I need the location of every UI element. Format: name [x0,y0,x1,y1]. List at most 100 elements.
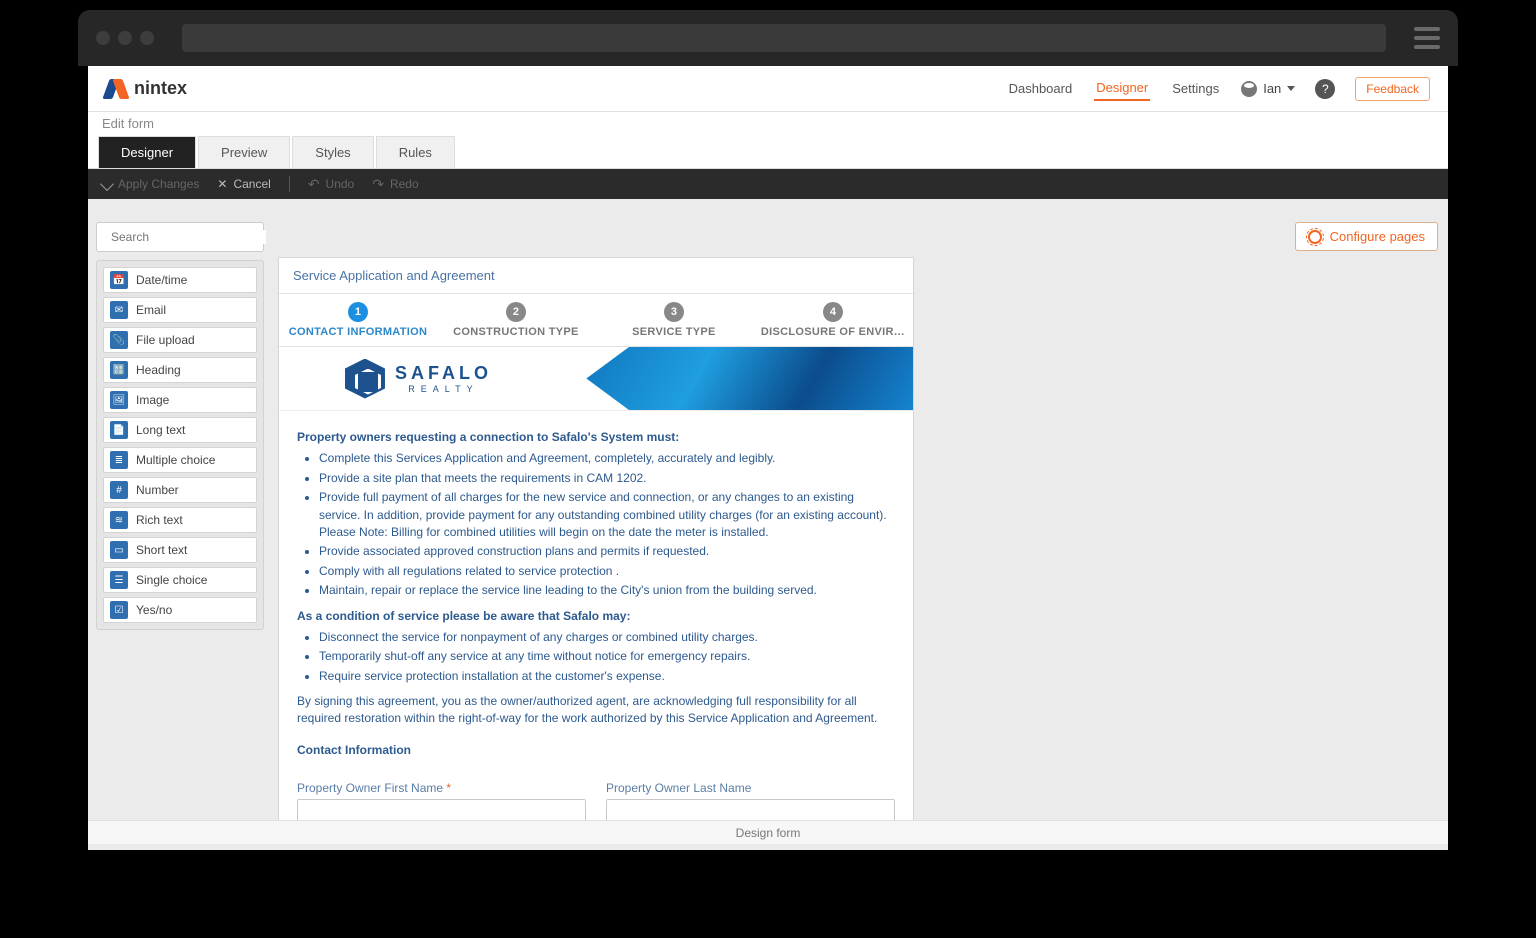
field-input[interactable] [606,799,895,820]
step-3[interactable]: 3 SERVICE TYPE [595,294,753,346]
nav-designer[interactable]: Designer [1094,76,1150,101]
brand-icon [106,79,126,99]
tool-icon: 📎 [110,331,128,349]
brand[interactable]: nintex [106,78,187,99]
tab-designer[interactable]: Designer [98,136,196,168]
pencil-icon [100,177,114,191]
step-4[interactable]: 4DISCLOSURE OF ENVIR… [753,294,913,346]
step-label: DISCLOSURE OF ENVIR… [757,326,909,338]
tool-file-upload[interactable]: 📎 File upload [103,327,257,353]
feedback-button[interactable]: Feedback [1355,77,1430,101]
window-dots [96,31,154,45]
form-field: Property Owner Last Name [606,781,895,820]
step-badge: 3 [664,302,684,322]
logo-text-sub: REALTY [395,384,492,394]
tool-icon: ▭ [110,541,128,559]
step-label: SERVICE TYPE [599,326,749,338]
action-bar: Apply Changes ✕ Cancel ↶ Undo ↷ Redo [88,169,1448,199]
tool-short-text[interactable]: ▭Short text [103,537,257,563]
tool-icon: 🖼 [110,391,128,409]
fields-grid: Property Owner First Name *Property Owne… [279,781,913,820]
tool-label: Rich text [136,513,183,527]
tool-rich-text[interactable]: ≋ Rich text [103,507,257,533]
tool-icon: ≋ [110,511,128,529]
tab-preview[interactable]: Preview [198,136,290,168]
bullet-list-1: Complete this Services Application and A… [319,450,895,599]
search-input[interactable] [96,222,264,252]
step-label: CONTACT INFORMATION [283,326,433,338]
search-field[interactable] [111,230,266,244]
body-copy: Property owners requesting a connection … [279,411,913,781]
list-item: Temporarily shut-off any service at any … [319,648,895,665]
tool-multiple-choice[interactable]: ≣Multiple choice [103,447,257,473]
tab-rules[interactable]: Rules [376,136,455,168]
form-title: Service Application and Agreement [279,258,913,293]
lead-1: Property owners requesting a connection … [297,429,895,446]
tab-styles[interactable]: Styles [292,136,373,168]
brand-name: nintex [134,78,187,99]
redo-icon: ↷ [372,176,384,193]
window-dot[interactable] [118,31,132,45]
window-dot[interactable] [140,31,154,45]
hamburger-icon[interactable] [1414,27,1440,49]
list-item: Comply with all regulations related to s… [319,563,895,580]
step-2[interactable]: 2CONSTRUCTION TYPE [437,294,595,346]
form-steps: 1CONTACT INFORMATION2CONSTRUCTION TYPE 3 S… [279,293,913,347]
tool-date-time[interactable]: 📅Date/time [103,267,257,293]
tool-label: Yes/no [136,603,172,617]
redo-button[interactable]: ↷ Redo [372,176,418,193]
tool-label: Long text [136,423,185,437]
nav-dashboard[interactable]: Dashboard [1007,77,1075,100]
banner-art [558,347,913,410]
configure-pages-button[interactable]: Configure pages [1295,222,1438,251]
tool-label: File upload [136,333,195,347]
logo-mark-icon [345,359,385,399]
tool-yes-no[interactable]: ☑ Yes/no [103,597,257,623]
list-item: Maintain, repair or replace the service … [319,582,895,599]
window-dot[interactable] [96,31,110,45]
tool-icon: ☰ [110,571,128,589]
tool-icon: 📅 [110,271,128,289]
left-panel: 📅Date/time ✉Email 📎 File upload 🔠Heading 🖼Ima… [96,222,264,630]
form-canvas[interactable]: Configure pages Service Application and … [278,222,1438,820]
tool-email[interactable]: ✉Email [103,297,257,323]
tool-image[interactable]: 🖼Image [103,387,257,413]
tool-label: Email [136,303,166,317]
url-bar[interactable] [182,24,1386,52]
undo-button[interactable]: ↶ Undo [308,176,354,193]
nav-settings[interactable]: Settings [1170,77,1221,100]
footer-bar: Design form [88,820,1448,844]
cancel-button[interactable]: ✕ Cancel [217,177,270,191]
tool-icon: ☑ [110,601,128,619]
tool-icon: 🔠 [110,361,128,379]
step-badge: 2 [506,302,526,322]
list-item: Disconnect the service for nonpayment of… [319,629,895,646]
tool-number[interactable]: #Number [103,477,257,503]
bullet-list-2: Disconnect the service for nonpayment of… [319,629,895,685]
tool-single-choice[interactable]: ☰Single choice [103,567,257,593]
toolbox: 📅Date/time ✉Email 📎 File upload 🔠Heading 🖼Ima… [96,260,264,630]
tool-heading[interactable]: 🔠Heading [103,357,257,383]
tool-icon: 📄 [110,421,128,439]
logo: SAFALO REALTY [279,359,558,399]
tool-long-text[interactable]: 📄 Long text [103,417,257,443]
undo-icon: ↶ [308,176,320,193]
logo-text-main: SAFALO [395,363,492,384]
avatar-icon [1241,81,1257,97]
user-menu[interactable]: Ian [1241,81,1295,97]
field-input[interactable] [297,799,586,820]
footer-text: Design form [736,826,801,840]
help-icon[interactable]: ? [1315,79,1335,99]
list-item: Provide a site plan that meets the requi… [319,470,895,487]
top-nav: nintex Dashboard Designer Settings Ian ?… [88,66,1448,112]
page-title-bar: Edit form [88,112,1448,136]
browser-chrome [78,10,1458,66]
banner: SAFALO REALTY [279,347,913,411]
form-card[interactable]: Service Application and Agreement 1CONTA… [278,257,914,820]
list-item: Provide full payment of all charges for … [319,489,895,541]
page-title: Edit form [102,116,154,131]
step-1[interactable]: 1CONTACT INFORMATION [279,294,437,346]
apply-changes-button[interactable]: Apply Changes [102,177,199,191]
user-name: Ian [1263,81,1281,96]
list-item: Require service protection installation … [319,668,895,685]
